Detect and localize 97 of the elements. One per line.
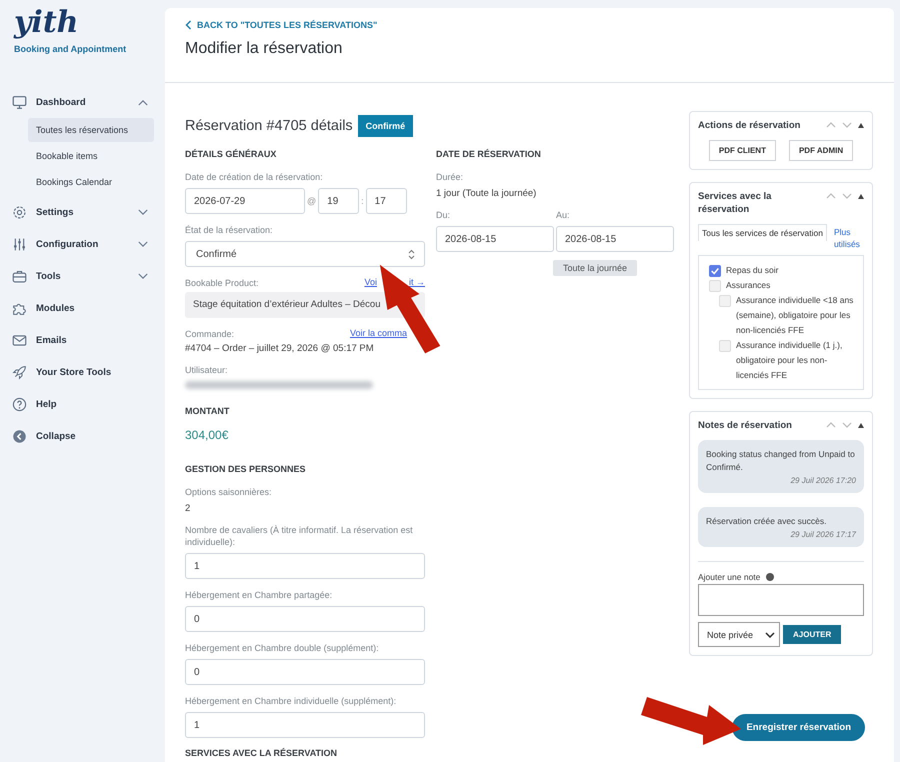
field-label: Durée: (436, 171, 464, 183)
note-date: 29 Juil 2026 17:17 (790, 529, 856, 541)
note-text: Booking status changed from Unpaid to Confirmé. (706, 448, 856, 474)
minute-field[interactable]: 17 (366, 188, 407, 214)
number-field[interactable]: 1 (185, 553, 425, 579)
section-heading: SERVICES AVEC LA RÉSERVATION (185, 748, 338, 759)
sidebar-item[interactable]: Collapse (0, 420, 165, 452)
chevron-left-icon (185, 20, 192, 30)
panel-title: Services avec la réservation (698, 190, 772, 216)
sidebar-item[interactable]: Modules (0, 292, 165, 324)
options-value: 2 (185, 503, 192, 515)
service-label: Assurances (726, 279, 772, 292)
sidebar-item[interactable]: Emails (0, 324, 165, 356)
field-label: État de la réservation: (185, 224, 274, 236)
at-sign: @ (307, 196, 316, 206)
submenu-item[interactable]: Bookings Calendar (28, 170, 154, 194)
chevron-down-icon[interactable] (842, 422, 852, 428)
field-label: Options saisonnières: (185, 486, 273, 498)
section-heading: MONTANT (185, 406, 230, 417)
logo: yith (14, 6, 78, 40)
tooltip: Toute la journée (552, 260, 638, 276)
briefcase-icon (12, 268, 27, 284)
field-label: Hébergement en Chambre double (supplément): (185, 642, 380, 654)
sidebar-item[interactable]: Help (0, 388, 165, 420)
order-value: #4704 – Order – juillet 29, 2026 @ 05:17 PM (185, 343, 375, 355)
service-label: Assurance individuelle (1 j.), obligatoire pour les non-licenciés FFE (736, 339, 844, 382)
number-field[interactable]: 0 (185, 606, 425, 632)
sidebar-item[interactable]: Configuration (0, 228, 165, 260)
sidebar-item[interactable]: Your Store Tools (0, 356, 165, 388)
chevron-up-icon[interactable] (826, 422, 836, 428)
panel-title: Actions de réservation (698, 119, 800, 132)
date-field[interactable]: 2026-07-29 (185, 188, 305, 214)
tab[interactable]: Tous les services de réservation (698, 224, 827, 241)
field-label: Du: (436, 209, 452, 221)
status-badge: Confirmé (358, 115, 414, 137)
pdf-button[interactable]: PDF CLIENT (708, 140, 776, 161)
note-date: 29 Juil 2026 17:20 (790, 475, 856, 487)
amount-value: 304,00€ (185, 428, 228, 442)
field-label: Au: (556, 209, 571, 221)
submenu-item[interactable]: Bookable items (28, 144, 154, 168)
tab[interactable]: Plus utilisés (830, 224, 864, 252)
field-label: Date de création de la réservation: (185, 171, 324, 183)
checkbox[interactable] (709, 265, 721, 277)
sidebar-item[interactable]: Dashboard (0, 86, 165, 118)
sidebar-item[interactable]: Tools (0, 260, 165, 292)
number-field[interactable]: 1 (185, 712, 425, 738)
field-label: Nombre de cavaliers (À titre informatif. La réservation est individuelle): (185, 524, 414, 548)
number-field[interactable]: 0 (185, 659, 425, 685)
chevron-up-icon[interactable] (826, 122, 836, 128)
panel-title: Notes de réservation (698, 419, 792, 432)
save-button[interactable]: Enregistrer réservation (732, 714, 865, 741)
field-label: Hébergement en Chambre partagée: (185, 589, 334, 601)
section-heading: DÉTAILS GÉNÉRAUX (185, 149, 276, 160)
order-link[interactable]: Voir la comma (350, 328, 407, 340)
sliders-icon (12, 236, 27, 252)
service-label: Assurance individuelle <18 ans (semaine), obligatoire pour les non-licenciés FFE (736, 294, 854, 337)
triangle-up-icon[interactable] (858, 194, 864, 198)
note-textarea[interactable] (698, 584, 864, 616)
duration-value: 1 jour (Toute la journée) (436, 188, 538, 200)
date-field[interactable]: 2026-08-15 (436, 226, 554, 252)
settings-icon (12, 204, 27, 220)
field-label: Hébergement en Chambre individuelle (supplément): (185, 695, 398, 707)
time-separator: : (361, 196, 364, 206)
service-label: Repas du soir (726, 264, 780, 277)
product-link[interactable]: it → (408, 277, 425, 289)
field-label: Utilisateur: (185, 364, 229, 376)
note-text: Réservation créée avec succès. (706, 515, 828, 528)
chevron-up-icon[interactable] (826, 193, 836, 199)
section-heading: DATE DE RÉSERVATION (436, 149, 541, 160)
status-select[interactable]: Confirmé (185, 241, 425, 267)
chevron-down-icon (765, 632, 775, 638)
back-link[interactable]: BACK TO "TOUTES LES RÉSERVATIONS" (185, 20, 378, 30)
add-note-button[interactable]: AJOUTER (783, 625, 842, 644)
sidebar-item[interactable]: Settings (0, 196, 165, 228)
updown-icon (408, 248, 415, 260)
reservation-title: Réservation #4705 détails (185, 118, 353, 134)
field-label: Bookable Product: (185, 277, 259, 289)
chevron-down-icon[interactable] (842, 122, 852, 128)
chevron-down-icon[interactable] (842, 193, 852, 199)
pdf-button[interactable]: PDF ADMIN (788, 140, 854, 161)
product-link[interactable]: Voi (364, 277, 377, 289)
hour-field[interactable]: 19 (318, 188, 360, 214)
note-type-select[interactable]: Note privée (698, 622, 780, 647)
envelope-icon (12, 332, 27, 348)
product-field: Stage équitation d’extérieur Adultes – Décou (185, 292, 425, 318)
brand-subtitle: Booking and Appointment (14, 44, 126, 54)
monitor-icon (12, 94, 27, 110)
page-title: Modifier la réservation (185, 40, 342, 58)
field-label: Ajouter une note (698, 572, 760, 582)
rocket-icon (12, 364, 27, 380)
section-heading: GESTION DES PERSONNES (185, 464, 306, 475)
triangle-up-icon[interactable] (858, 122, 864, 128)
date-field[interactable]: 2026-08-15 (556, 226, 674, 252)
submenu-item[interactable]: Toutes les réservations (28, 118, 154, 142)
collapse-icon (12, 428, 27, 444)
field-label: Commande: (185, 328, 234, 340)
triangle-up-icon[interactable] (858, 422, 864, 428)
